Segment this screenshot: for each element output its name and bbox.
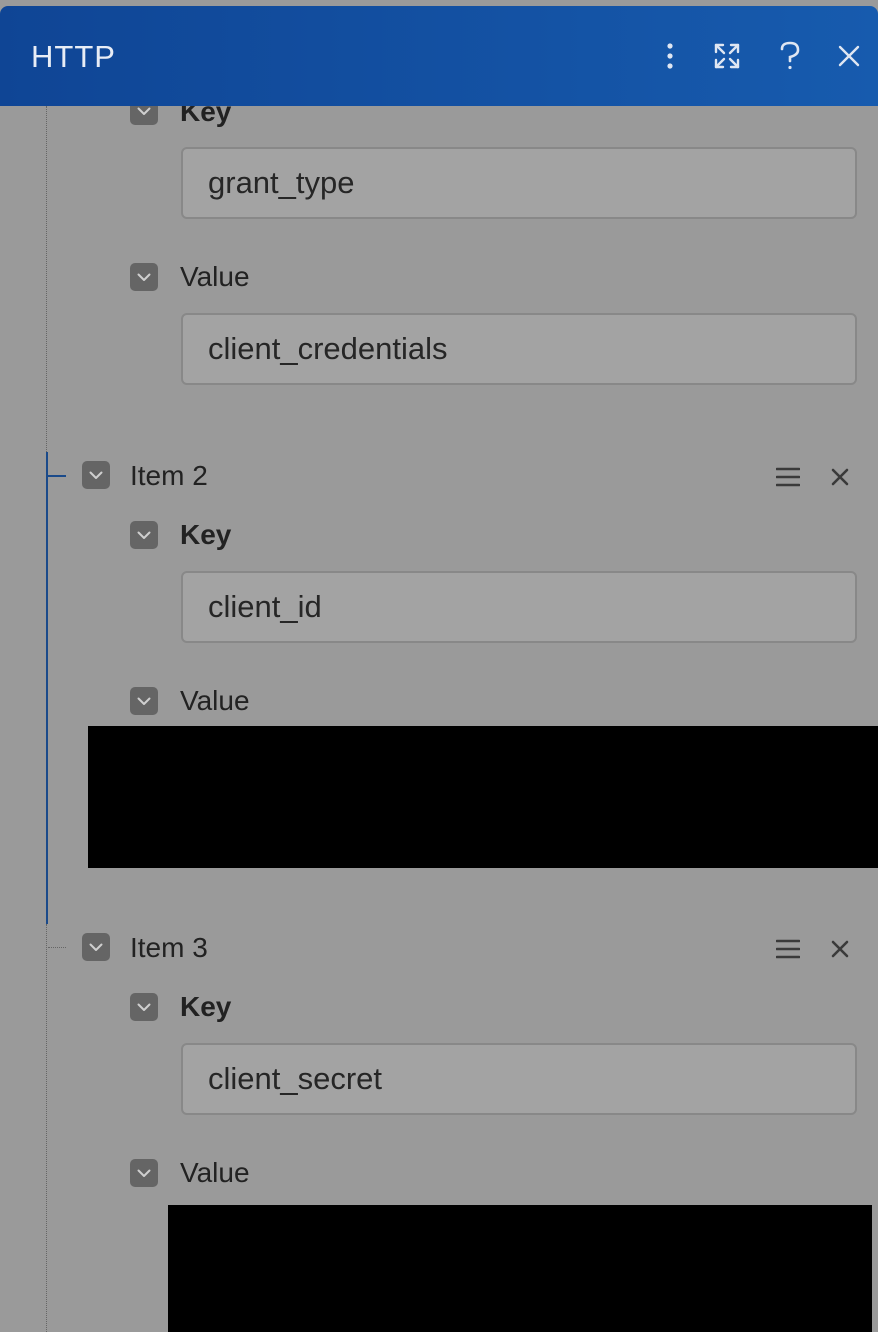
dialog-header: HTTP [0,6,878,106]
help-icon[interactable] [768,34,812,78]
item-title: Item 2 [130,460,208,491]
redacted-value [168,1205,872,1332]
value-label: Value [180,685,250,716]
key-label: Key [180,991,232,1022]
tree-branch [48,475,66,477]
key-collapse-toggle[interactable] [130,106,158,125]
key-collapse-toggle[interactable] [130,993,158,1021]
value-collapse-toggle[interactable] [130,687,158,715]
value-collapse-toggle[interactable] [130,1159,158,1187]
tree-line [46,106,47,452]
key-collapse-toggle[interactable] [130,521,158,549]
key-input[interactable]: client_secret [181,1043,857,1115]
close-icon[interactable] [827,34,871,78]
key-label: Key [180,106,232,127]
value-collapse-toggle[interactable] [130,263,158,291]
item-collapse-toggle[interactable] [82,933,110,961]
key-input[interactable]: client_id [181,571,857,643]
dialog-title: HTTP [31,39,116,74]
item-collapse-toggle[interactable] [82,461,110,489]
remove-item-icon[interactable] [823,460,857,494]
drag-handle-icon[interactable] [771,460,805,494]
redacted-value [88,726,878,868]
expand-icon[interactable] [705,34,749,78]
value-label: Value [180,261,250,292]
remove-item-icon[interactable] [823,932,857,966]
tree-line-active [46,452,48,924]
item-title: Item 3 [130,932,208,963]
value-input[interactable]: client_credentials [181,313,857,385]
value-label: Value [180,1157,250,1188]
tree-branch [48,947,66,948]
dialog-body[interactable]: Key grant_type Value client_credentials … [0,106,878,1332]
key-input[interactable]: grant_type [181,147,857,219]
key-label: Key [180,519,232,550]
drag-handle-icon[interactable] [771,932,805,966]
tree-line [46,924,47,1332]
kebab-menu-icon[interactable] [648,34,692,78]
